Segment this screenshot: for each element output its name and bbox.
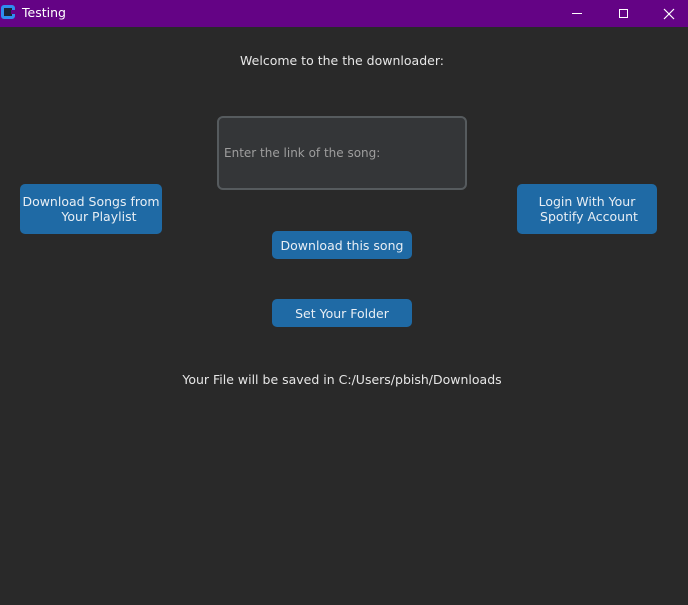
app-window: Testing Welcome to the the downloader: D… (0, 0, 688, 605)
save-path-label: Your File will be saved in C:/Users/pbis… (182, 372, 502, 387)
app-logo-icon (1, 5, 15, 19)
spotify-login-button[interactable]: Login With Your Spotify Account (517, 184, 657, 234)
maximize-button[interactable] (600, 0, 646, 27)
window-title: Testing (22, 5, 66, 20)
title-bar[interactable]: Testing (0, 0, 688, 27)
download-playlist-button[interactable]: Download Songs from Your Playlist (20, 184, 162, 234)
set-folder-button[interactable]: Set Your Folder (272, 299, 412, 327)
maximize-icon (618, 9, 628, 18)
song-link-input[interactable] (217, 116, 467, 190)
minimize-icon (572, 13, 582, 14)
close-button[interactable] (646, 0, 688, 27)
download-song-button[interactable]: Download this song (272, 231, 412, 259)
close-icon (663, 8, 675, 19)
welcome-label: Welcome to the the downloader: (240, 53, 444, 68)
minimize-button[interactable] (554, 0, 600, 27)
